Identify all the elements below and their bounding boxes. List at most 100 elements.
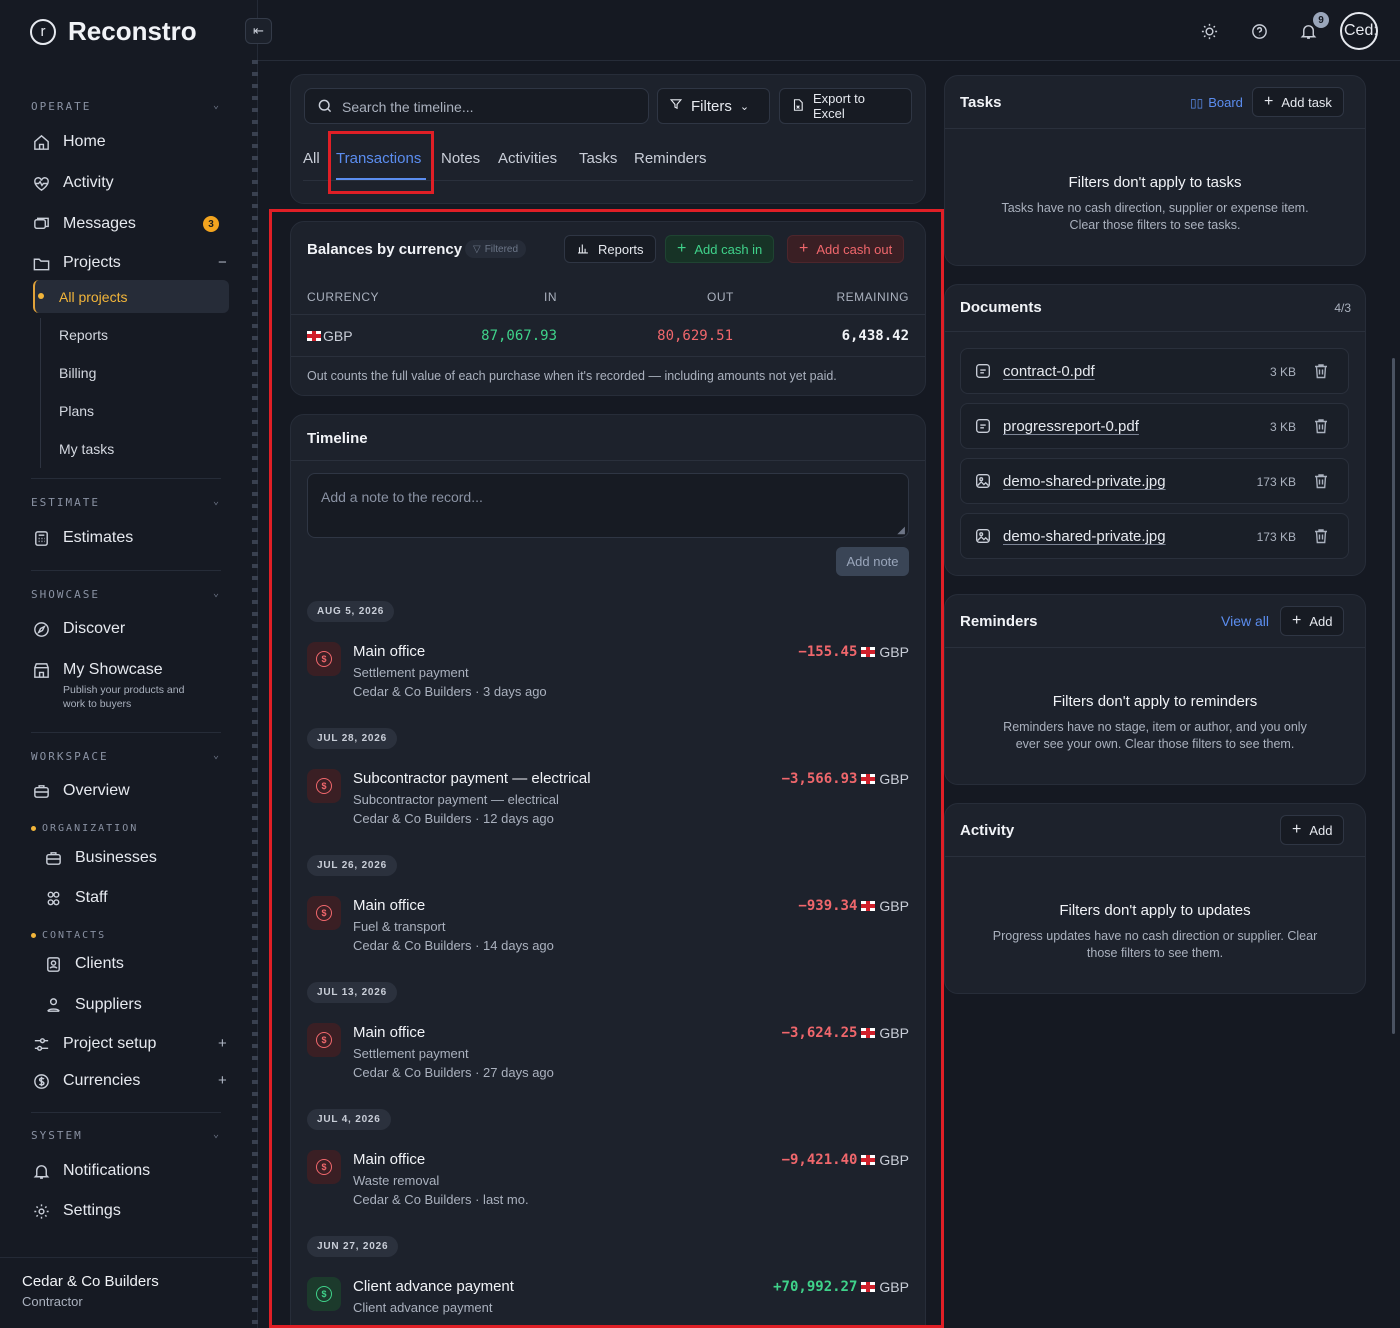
reminders-title: Reminders	[960, 613, 1038, 630]
add-reminder-label: Add	[1309, 613, 1333, 629]
home-icon	[31, 132, 51, 152]
document-size: 173 KB	[1256, 475, 1296, 489]
document-size: 173 KB	[1256, 530, 1296, 544]
account-footer[interactable]: Cedar & Co Builders Contractor	[0, 1257, 258, 1328]
section-workspace-header[interactable]: WORKSPACE ⌄	[31, 750, 221, 763]
document-row[interactable]: demo-shared-private.jpg 173 KB	[960, 513, 1349, 559]
expand-plus-icon[interactable]: +	[218, 1035, 227, 1052]
activity-empty-line2: those filters to see them.	[1086, 946, 1224, 960]
document-row[interactable]: contract-0.pdf 3 KB	[960, 348, 1349, 394]
section-estimate-header[interactable]: ESTIMATE ⌄	[31, 496, 221, 509]
sidebar-item-label: Messages	[63, 215, 136, 232]
contact-card-icon	[43, 954, 63, 974]
active-dot-icon	[38, 293, 44, 299]
sidebar-item-activity[interactable]: Activity	[31, 173, 114, 193]
sidebar-sub-all-projects[interactable]: All projects	[59, 289, 127, 305]
sidebar-item-settings[interactable]: Settings	[31, 1201, 121, 1221]
document-name[interactable]: demo-shared-private.jpg	[1003, 528, 1166, 545]
search-icon	[317, 98, 333, 114]
sidebar-item-label: Overview	[63, 782, 130, 799]
app-name: Reconstro	[68, 16, 197, 46]
sidebar-item-home[interactable]: Home	[31, 132, 106, 152]
sidebar-item-label: My Showcase	[63, 661, 163, 678]
chevron-down-icon: ⌄	[212, 100, 221, 111]
section-showcase-header[interactable]: SHOWCASE ⌄	[31, 588, 221, 601]
sidebar-item-my-showcase[interactable]: My Showcase	[31, 660, 163, 680]
contacts-header: CONTACTS	[31, 930, 106, 941]
add-activity-button[interactable]: + Add	[1280, 815, 1345, 845]
document-row[interactable]: demo-shared-private.jpg 173 KB	[960, 458, 1349, 504]
file-icon	[974, 417, 992, 435]
briefcase-icon	[43, 848, 63, 868]
activity-empty-line1: Progress updates have no cash direction …	[992, 929, 1318, 943]
trash-icon[interactable]	[1314, 418, 1328, 434]
sidebar-item-projects[interactable]: Projects	[31, 253, 121, 273]
trash-icon[interactable]	[1314, 473, 1328, 489]
avatar[interactable]: Ced:	[1340, 12, 1378, 50]
sidebar-item-clients[interactable]: Clients	[43, 954, 124, 974]
section-operate-header[interactable]: OPERATE ⌄	[31, 100, 221, 113]
divider	[31, 570, 221, 571]
page-scrollbar[interactable]	[1392, 358, 1395, 1034]
file-icon	[974, 362, 992, 380]
filters-label: Filters	[691, 97, 732, 115]
export-excel-button[interactable]: Export to Excel	[779, 88, 912, 124]
collapse-minus-icon[interactable]: −	[218, 254, 227, 271]
add-task-button[interactable]: + Add task	[1252, 87, 1344, 117]
sidebar-item-staff[interactable]: Staff	[43, 888, 108, 908]
reminders-empty-title: Filters don't apply to reminders	[1052, 693, 1258, 710]
document-name[interactable]: contract-0.pdf	[1003, 363, 1095, 380]
section-label: ESTIMATE	[31, 496, 100, 509]
tab-reminders[interactable]: Reminders	[634, 150, 707, 167]
folder-icon	[31, 253, 51, 273]
organization-header: ORGANIZATION	[31, 823, 138, 834]
sidebar-item-messages[interactable]: Messages	[31, 214, 136, 234]
messages-count-badge: 3	[203, 216, 219, 232]
dollar-circle-icon	[31, 1071, 51, 1091]
sidebar-sub-reports[interactable]: Reports	[59, 327, 108, 343]
sidebar-item-currencies[interactable]: Currencies	[31, 1071, 140, 1091]
sidebar-item-estimates[interactable]: Estimates	[31, 528, 133, 548]
board-label: Board	[1208, 95, 1243, 110]
sidebar-sub-my-tasks[interactable]: My tasks	[59, 441, 114, 457]
scroll-stripe	[252, 60, 258, 1328]
sidebar-item-label: Home	[63, 133, 106, 150]
sidebar-item-discover[interactable]: Discover	[31, 619, 125, 639]
expand-plus-icon[interactable]: +	[218, 1072, 227, 1089]
tree-line	[40, 318, 41, 468]
tab-all[interactable]: All	[303, 150, 320, 167]
search-input[interactable]: Search the timeline...	[304, 88, 649, 124]
chevron-down-icon: ⌄	[212, 1129, 221, 1140]
sidebar-item-businesses[interactable]: Businesses	[43, 848, 157, 868]
board-link[interactable]: ▯▯ Board	[1190, 95, 1243, 110]
section-label: SYSTEM	[31, 1129, 83, 1142]
tab-activities[interactable]: Activities	[498, 150, 557, 167]
collapse-sidebar-button[interactable]: ⇤	[245, 18, 272, 44]
sidebar-item-notifications[interactable]: Notifications	[31, 1161, 150, 1181]
sidebar-sub-billing[interactable]: Billing	[59, 365, 96, 381]
spreadsheet-icon	[791, 98, 805, 115]
view-all-reminders-link[interactable]: View all	[1221, 613, 1269, 629]
help-gear-icon[interactable]	[1248, 20, 1270, 42]
theme-sun-icon[interactable]	[1198, 20, 1220, 42]
sidebar-item-suppliers[interactable]: Suppliers	[43, 995, 142, 1015]
divider	[31, 732, 221, 733]
sidebar-item-overview[interactable]: Overview	[31, 781, 130, 801]
filters-button[interactable]: Filters ⌄	[657, 88, 770, 124]
document-name[interactable]: progressreport-0.pdf	[1003, 418, 1139, 435]
section-system-header[interactable]: SYSTEM ⌄	[31, 1129, 221, 1142]
divider	[31, 1112, 221, 1113]
tab-tasks[interactable]: Tasks	[579, 150, 617, 167]
document-row[interactable]: progressreport-0.pdf 3 KB	[960, 403, 1349, 449]
store-icon	[31, 660, 51, 680]
tab-notes[interactable]: Notes	[441, 150, 480, 167]
trash-icon[interactable]	[1314, 528, 1328, 544]
trash-icon[interactable]	[1314, 363, 1328, 379]
add-reminder-button[interactable]: + Add	[1280, 606, 1345, 636]
topbar-border	[258, 60, 1400, 61]
document-name[interactable]: demo-shared-private.jpg	[1003, 473, 1166, 490]
documents-count: 4/3	[1334, 301, 1351, 315]
sidebar-sub-plans[interactable]: Plans	[59, 403, 94, 419]
app-logo[interactable]: r Reconstro	[30, 16, 197, 47]
sidebar-item-project-setup[interactable]: Project setup	[31, 1034, 156, 1054]
